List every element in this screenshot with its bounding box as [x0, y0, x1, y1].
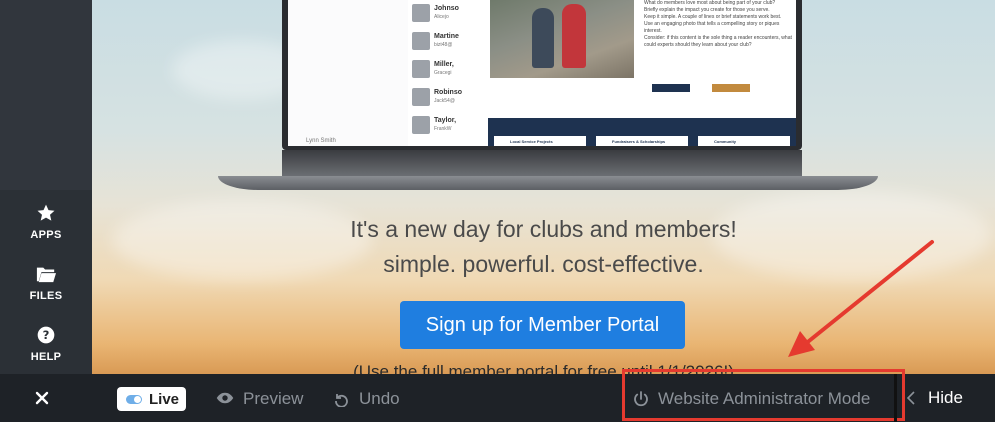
highlight-box: [622, 369, 905, 421]
left-sidebar: APPS FILES ? HELP: [0, 0, 92, 374]
preview-button: [652, 84, 690, 92]
svg-text:?: ?: [43, 328, 50, 342]
undo-icon: [335, 394, 348, 407]
undo-button[interactable]: Undo: [333, 388, 403, 410]
live-label: Live: [149, 391, 180, 408]
help-icon: ?: [0, 325, 92, 347]
preview-button[interactable]: Preview: [216, 388, 306, 410]
sidebar-top-panel: [0, 0, 92, 190]
preview-footer-band: Local Service Projects Fundraisers & Sch…: [488, 118, 796, 146]
eye-icon: [216, 392, 234, 404]
laptop-hinge: [282, 150, 802, 178]
sidebar-item-label: HELP: [30, 351, 62, 363]
kids-photo: [490, 0, 634, 78]
chat-footer: Lynn Smith: [306, 138, 336, 144]
close-button[interactable]: [28, 384, 56, 412]
sidebar-item-help[interactable]: ? HELP: [0, 325, 92, 363]
laptop-base: [218, 176, 878, 190]
website-preview: Johnso Alicejo Martine bizt48@ Miller, G…: [288, 0, 796, 146]
star-icon: [0, 203, 92, 225]
tagline-subheading: simple. powerful. cost-effective.: [383, 251, 704, 277]
avatar: [412, 60, 430, 78]
tagline-heading: It's a new day for clubs and members!: [350, 216, 737, 242]
sidebar-item-files[interactable]: FILES: [0, 264, 92, 302]
toggle-switch-icon: [126, 395, 142, 404]
live-toggle-button[interactable]: Live: [117, 387, 186, 411]
hero-section: Johnso Alicejo Martine bizt48@ Miller, G…: [92, 0, 995, 374]
avatar: [412, 4, 430, 22]
signup-member-portal-button[interactable]: Sign up for Member Portal: [400, 301, 685, 349]
avatar: [412, 116, 430, 134]
avatar: [412, 32, 430, 50]
chevron-left-icon: [906, 391, 915, 405]
sidebar-item-apps[interactable]: APPS: [0, 203, 92, 241]
sidebar-item-label: FILES: [29, 290, 63, 302]
sidebar-item-label: APPS: [30, 229, 62, 241]
bullet-list: What do members love most about being pa…: [644, 0, 792, 48]
avatar: [412, 88, 430, 106]
divider: [894, 374, 897, 422]
folder-icon: [0, 264, 92, 286]
laptop-screen: Johnso Alicejo Martine bizt48@ Miller, G…: [282, 0, 802, 150]
preview-button: [712, 84, 750, 92]
close-icon: [35, 391, 49, 405]
